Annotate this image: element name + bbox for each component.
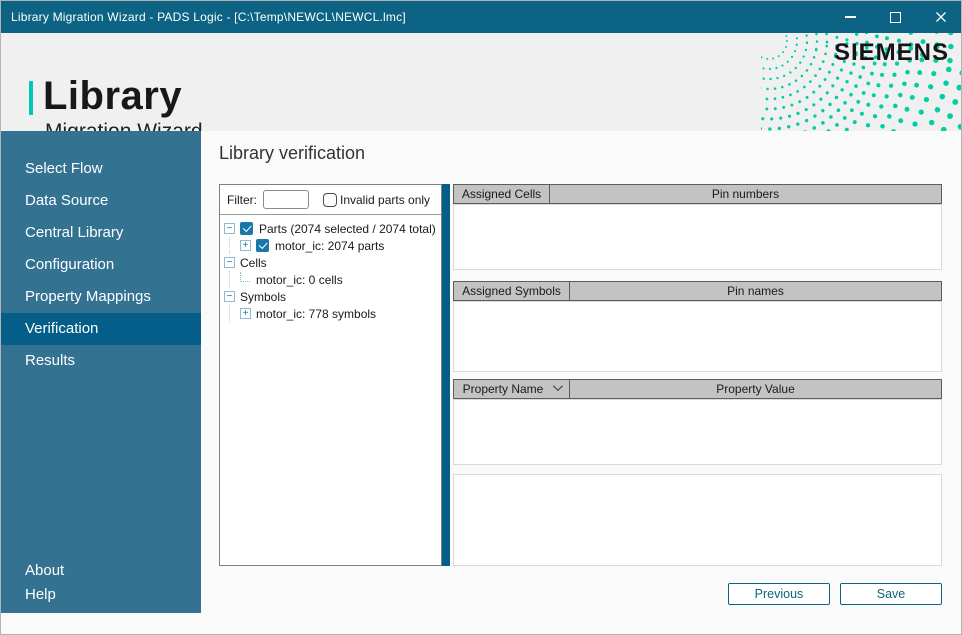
panel-splitter-handle[interactable] [442, 184, 450, 566]
sidebar-item-select-flow[interactable]: Select Flow [1, 153, 201, 185]
tree-label: motor_ic: 2074 parts [275, 239, 384, 253]
tree-label: Parts (2074 selected / 2074 total) [259, 222, 436, 236]
assigned-cells-table-header: Assigned Cells Pin numbers [453, 184, 942, 204]
invalid-parts-only-label: Invalid parts only [340, 193, 430, 207]
assigned-cells-table-body[interactable] [453, 204, 942, 270]
invalid-parts-only-checkbox[interactable] [323, 193, 337, 207]
save-button[interactable]: Save [840, 583, 942, 605]
library-tree: − Parts (2074 selected / 2074 total) + m… [220, 215, 441, 327]
sidebar-nav: Select Flow Data Source Central Library … [1, 131, 201, 377]
siemens-logo-area: SIEMENS [761, 33, 962, 131]
expand-icon[interactable]: + [240, 240, 251, 251]
close-icon [935, 11, 947, 23]
window-controls [828, 1, 962, 33]
sidebar-item-data-source[interactable]: Data Source [1, 185, 201, 217]
tree-row-parts[interactable]: − Parts (2074 selected / 2074 total) [224, 220, 437, 237]
collapse-icon[interactable]: − [224, 223, 235, 234]
pin-numbers-column-header: Pin numbers [550, 185, 941, 203]
details-panel [453, 474, 942, 566]
filter-row: Filter: Invalid parts only [220, 185, 441, 215]
invalid-parts-only-control[interactable]: Invalid parts only [323, 193, 430, 207]
minimize-button[interactable] [828, 1, 873, 33]
sidebar-item-about[interactable]: About [1, 559, 201, 583]
titlebar: Library Migration Wizard - PADS Logic - … [1, 1, 962, 33]
maximize-icon [890, 12, 901, 23]
tree-label: motor_ic: 0 cells [256, 273, 343, 287]
window-title: Library Migration Wizard - PADS Logic - … [1, 10, 406, 24]
tree-row-cells[interactable]: − Cells [224, 254, 437, 271]
tree-guide-line [229, 237, 230, 254]
previous-button[interactable]: Previous [728, 583, 830, 605]
tree-row-parts-motor-ic[interactable]: + motor_ic: 2074 parts [224, 237, 437, 254]
tree-checkbox-checked[interactable] [256, 239, 269, 252]
tree-label: Cells [240, 256, 267, 270]
tree-row-symbols[interactable]: − Symbols [224, 288, 437, 305]
tree-leaf-icon [240, 272, 250, 282]
collapse-icon[interactable]: − [224, 257, 235, 268]
expand-icon[interactable]: + [240, 308, 251, 319]
sidebar-footer: About Help [1, 559, 201, 607]
sidebar: Select Flow Data Source Central Library … [1, 131, 201, 613]
minimize-icon [845, 16, 856, 18]
assigned-cells-column-header: Assigned Cells [454, 185, 549, 203]
maximize-button[interactable] [873, 1, 918, 33]
library-tree-panel: Filter: Invalid parts only − Parts (2074… [219, 184, 442, 566]
collapse-icon[interactable]: − [224, 291, 235, 302]
page-title: Library verification [219, 143, 365, 164]
assigned-symbols-table-header: Assigned Symbols Pin names [453, 281, 942, 301]
tree-label: Symbols [240, 290, 286, 304]
tree-checkbox-checked[interactable] [240, 222, 253, 235]
property-name-label: Property Name [463, 382, 544, 396]
chevron-down-icon [553, 381, 563, 391]
tree-label: motor_ic: 778 symbols [256, 307, 376, 321]
siemens-wordmark: SIEMENS [834, 39, 949, 67]
brand-accent-bar [29, 81, 33, 115]
properties-table-body[interactable] [453, 399, 942, 465]
pin-names-column-header: Pin names [570, 282, 941, 300]
tree-row-symbols-motor-ic[interactable]: + motor_ic: 778 symbols [224, 305, 437, 322]
app-window: Library Migration Wizard - PADS Logic - … [0, 0, 962, 635]
filter-input[interactable] [263, 190, 309, 209]
property-name-column-header[interactable]: Property Name [454, 380, 569, 398]
close-button[interactable] [918, 1, 962, 33]
tree-row-cells-motor-ic[interactable]: motor_ic: 0 cells [224, 271, 437, 288]
assigned-symbols-column-header: Assigned Symbols [454, 282, 569, 300]
filter-label: Filter: [227, 193, 257, 207]
property-value-column-header: Property Value [570, 380, 941, 398]
properties-table-header: Property Name Property Value [453, 379, 942, 399]
tree-guide-line [229, 271, 230, 288]
sidebar-item-property-mappings[interactable]: Property Mappings [1, 281, 201, 313]
main-content: Library verification Filter: Invalid par… [201, 131, 962, 635]
sidebar-item-help[interactable]: Help [1, 583, 201, 607]
assigned-symbols-table-body[interactable] [453, 301, 942, 372]
sidebar-item-results[interactable]: Results [1, 345, 201, 377]
tree-guide-line [229, 305, 230, 322]
brand-title: Library [43, 75, 203, 117]
sidebar-item-configuration[interactable]: Configuration [1, 249, 201, 281]
sidebar-item-central-library[interactable]: Central Library [1, 217, 201, 249]
header: Library Migration Wizard [1, 33, 962, 131]
sidebar-item-verification[interactable]: Verification [1, 313, 201, 345]
